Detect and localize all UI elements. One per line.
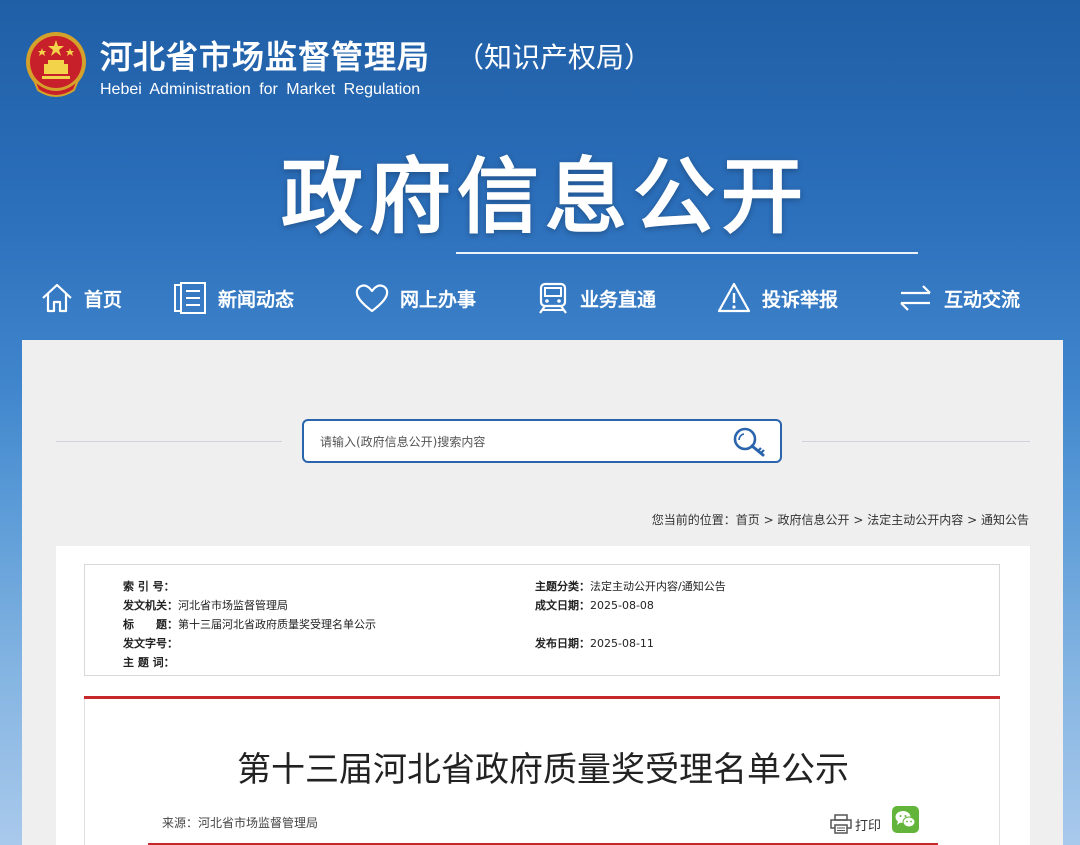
article-source: 来源：河北省市场监督管理局 [162,816,319,830]
nav-item-interaction[interactable]: 互动交流 [898,276,1020,320]
breadcrumb-notices[interactable]: 通知公告 [981,513,1029,527]
nav-item-news[interactable]: 新闻动态 [172,276,294,320]
breadcrumb-home[interactable]: 首页 [736,513,760,527]
meta-created-date-label: 成文日期： [535,599,590,612]
wechat-share-button[interactable] [892,806,919,833]
meta-created-date: 成文日期：2025-08-08 [535,597,654,613]
heart-icon [355,284,389,313]
print-button[interactable]: 打印 [830,814,881,834]
breadcrumb-gov-info[interactable]: 政府信息公开 [778,513,850,527]
meta-title: 标 题：第十三届河北省政府质量奖受理名单公示 [123,616,376,632]
nav-item-online-services[interactable]: 网上办事 [354,276,476,320]
breadcrumb-separator: > [853,513,864,527]
meta-keywords-label: 主 题 词： [123,656,175,669]
search-box [302,419,782,463]
exchange-icon [900,285,931,311]
search-divider-right [802,441,1030,442]
metadata-table: 索 引 号： 发文机关：河北省市场监督管理局 标 题：第十三届河北省政府质量奖受… [84,564,1000,676]
national-emblem-icon [26,32,86,97]
agency-subtitle: （知识产权局） [456,41,653,74]
content-card: 索 引 号： 发文机关：河北省市场监督管理局 标 题：第十三届河北省政府质量奖受… [56,546,1030,845]
breadcrumb-prefix: 您当前的位置： [651,513,736,527]
agency-english-name: Hebei Administration for Market Regulati… [100,81,421,98]
breadcrumb-separator: > [763,513,774,527]
main-nav: 首页 新闻动态 网上办事 业务直通 投诉举报 互动交流 [0,276,1080,320]
meta-issuer-value: 河北省市场监督管理局 [178,599,288,612]
nav-item-label: 新闻动态 [218,288,295,311]
meta-published-date-label: 发布日期： [535,637,590,650]
nav-item-business-direct[interactable]: 业务直通 [536,276,656,320]
meta-index-label: 索 引 号： [123,580,175,593]
nav-item-label: 互动交流 [944,288,1021,311]
search-input[interactable] [318,429,722,455]
nav-item-complaints[interactable]: 投诉举报 [716,276,838,320]
printer-icon [830,814,852,834]
news-icon [174,282,206,314]
title-underline [456,252,918,254]
section-title: 政府信息公开 [280,150,809,245]
search-key-icon[interactable] [730,424,770,460]
home-icon [42,283,72,313]
meta-doc-number: 发文字号： [123,635,178,651]
print-label: 打印 [855,818,882,834]
warning-icon [717,282,751,313]
meta-index: 索 引 号： [123,578,175,594]
search-divider-left [56,441,282,442]
nav-item-label: 业务直通 [580,288,657,311]
meta-published-date: 发布日期：2025-08-11 [535,635,654,651]
breadcrumb-statutory-content[interactable]: 法定主动公开内容 [867,513,963,527]
meta-created-date-value: 2025-08-08 [590,599,654,612]
meta-category: 主题分类：法定主动公开内容/通知公告 [535,578,726,594]
meta-issuer: 发文机关：河北省市场监督管理局 [123,597,288,613]
nav-item-label: 首页 [84,288,123,311]
meta-category-label: 主题分类： [535,580,590,593]
train-icon [539,282,567,314]
meta-doc-number-label: 发文字号： [123,637,178,650]
meta-published-date-value: 2025-08-11 [590,637,654,650]
breadcrumb: 您当前的位置：首页 > 政府信息公开 > 法定主动公开内容 > 通知公告 [652,511,1029,528]
meta-title-label: 标 题： [123,618,178,631]
wechat-icon [895,811,916,828]
meta-keywords: 主 题 词： [123,654,175,670]
meta-category-value: 法定主动公开内容/通知公告 [590,580,726,593]
meta-title-value: 第十三届河北省政府质量奖受理名单公示 [178,618,376,631]
nav-item-label: 投诉举报 [762,288,839,311]
nav-item-home[interactable]: 首页 [40,276,122,320]
breadcrumb-separator: > [967,513,978,527]
article-title: 第十三届河北省政府质量奖受理名单公示 [237,750,849,790]
meta-issuer-label: 发文机关： [123,599,178,612]
main-panel: 您当前的位置：首页 > 政府信息公开 > 法定主动公开内容 > 通知公告 索 引… [22,340,1063,845]
agency-name: 河北省市场监督管理局 [100,38,431,76]
nav-item-label: 网上办事 [400,288,477,311]
